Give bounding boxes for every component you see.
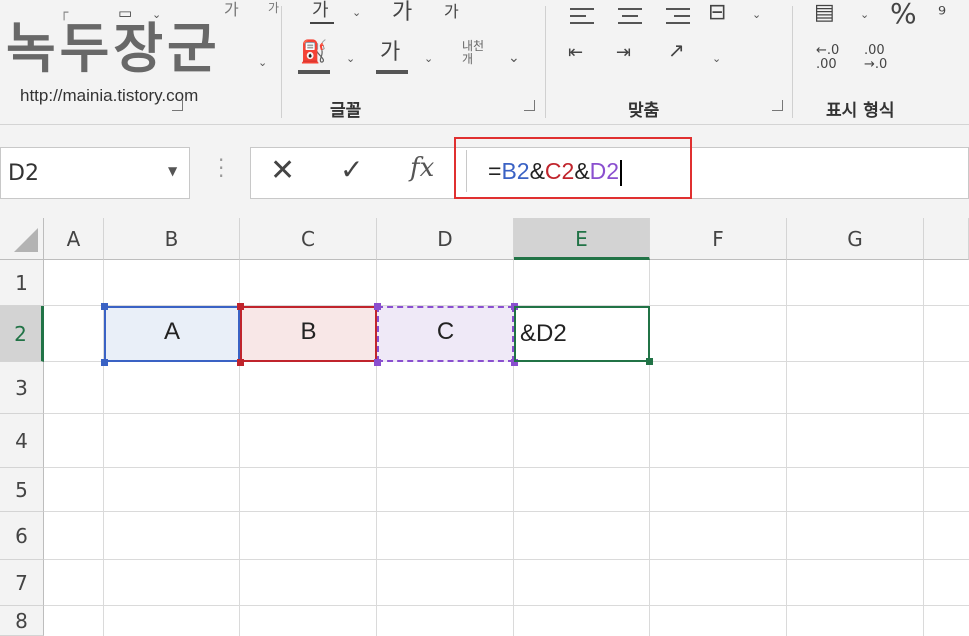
group-divider <box>281 6 282 118</box>
percent-style-button[interactable]: % <box>890 0 917 28</box>
column-header-f[interactable]: F <box>650 218 787 260</box>
grid-hline <box>44 605 969 606</box>
grid-hline <box>44 467 969 468</box>
row-header-4[interactable]: 4 <box>0 414 44 468</box>
cell-d2-value: C <box>436 318 455 345</box>
accounting-format-icon[interactable]: ▤ <box>814 2 835 24</box>
range-handle[interactable] <box>101 359 108 366</box>
column-header-e[interactable]: E <box>514 218 650 260</box>
orientation-icon[interactable]: ↗ <box>668 40 685 60</box>
grid-hline <box>44 511 969 512</box>
alignment-launcher-icon[interactable] <box>772 100 783 111</box>
range-handle[interactable] <box>374 359 381 366</box>
cell-c2-value: B <box>300 318 317 345</box>
cancel-icon[interactable]: ✕ <box>270 153 295 188</box>
column-header-c[interactable]: C <box>240 218 377 260</box>
row-header-3[interactable]: 3 <box>0 362 44 414</box>
column-header-d[interactable]: D <box>377 218 514 260</box>
decrease-indent-icon[interactable]: ⇤ <box>568 44 583 62</box>
watermark-url: http://mainia.tistory.com <box>20 86 199 105</box>
resize-handle-icon[interactable]: · · · <box>218 150 224 186</box>
font-color-button[interactable]: 가 <box>380 42 400 64</box>
fill-color-icon[interactable]: ⛽ <box>300 42 327 64</box>
enter-icon[interactable]: ✓ <box>340 153 363 186</box>
increase-decimal-button[interactable]: ←.0 .00 <box>816 44 839 72</box>
select-all-icon <box>14 228 38 252</box>
number-group-label: 표시 형식 <box>826 101 895 121</box>
group-divider <box>792 6 793 118</box>
ribbon: ┌ ▭ ⌄ ⌄ 가 가 가 ⌄ 가 가 ⛽ ⌄ 가 ⌄ 내천 개 ⌄ 글꼴 ⊟ … <box>0 0 969 125</box>
underline-bar <box>310 22 334 24</box>
worksheet-grid[interactable] <box>0 218 969 636</box>
chevron-down-icon[interactable]: ⌄ <box>712 52 721 65</box>
grid-hline <box>44 413 969 414</box>
row-header-6[interactable]: 6 <box>0 512 44 560</box>
range-handle[interactable] <box>101 303 108 310</box>
alignment-group-label: 맞춤 <box>628 101 660 121</box>
merge-center-icon[interactable]: ⊟ <box>708 2 726 24</box>
range-handle[interactable] <box>374 303 381 310</box>
grid-vline <box>923 260 924 636</box>
font-increase-button[interactable]: 가 <box>392 2 412 24</box>
underline-button[interactable]: 가 <box>312 2 329 20</box>
font-launcher-icon[interactable] <box>524 100 535 111</box>
column-header-b[interactable]: B <box>104 218 240 260</box>
font-size-glyph: 가 <box>268 1 280 15</box>
row-header-2[interactable]: 2 <box>0 306 44 362</box>
font-color-bar <box>376 70 408 74</box>
group-divider <box>545 6 546 118</box>
column-header-g[interactable]: G <box>787 218 924 260</box>
fill-color-bar <box>298 70 330 74</box>
cell-e2-value: &D2 <box>520 320 567 347</box>
chevron-down-icon[interactable]: ▼ <box>168 164 177 178</box>
chevron-down-icon[interactable]: ⌄ <box>860 8 869 21</box>
comma-style-icon[interactable]: ⁹ <box>938 4 946 24</box>
font-name-glyph: 가 <box>224 0 239 19</box>
chevron-down-icon[interactable]: ⌄ <box>352 6 361 19</box>
name-box-value: D2 <box>8 161 39 186</box>
range-handle[interactable] <box>237 303 244 310</box>
cell-b2-value: A <box>163 318 180 345</box>
increase-indent-icon[interactable]: ⇥ <box>616 44 631 62</box>
insert-function-icon[interactable]: fx <box>410 153 434 183</box>
row-header-1[interactable]: 1 <box>0 260 44 306</box>
chevron-down-icon[interactable]: ⌄ <box>424 52 433 65</box>
row-header-7[interactable]: 7 <box>0 560 44 606</box>
row-header-5[interactable]: 5 <box>0 468 44 512</box>
grid-vline <box>786 260 787 636</box>
column-header-a[interactable]: A <box>44 218 104 260</box>
grid-hline <box>44 559 969 560</box>
chevron-down-icon[interactable]: ⌄ <box>508 50 520 66</box>
formula-highlight-box <box>454 137 692 199</box>
decrease-decimal-button[interactable]: .00 →.0 <box>864 44 887 72</box>
chevron-down-icon[interactable]: ⌄ <box>346 52 355 65</box>
font-decrease-button[interactable]: 가 <box>444 4 459 20</box>
font-group-label: 글꼴 <box>330 101 362 121</box>
chevron-down-icon[interactable]: ⌄ <box>752 8 761 21</box>
chevron-down-icon[interactable]: ⌄ <box>258 56 267 69</box>
phonetic-guide-button[interactable]: 내천 개 <box>462 40 484 66</box>
fill-handle[interactable] <box>646 358 653 365</box>
column-header-partial[interactable] <box>924 218 969 260</box>
row-header-8[interactable]: 8 <box>0 606 44 636</box>
watermark-logo: 녹두장군 <box>6 16 221 80</box>
range-handle[interactable] <box>237 359 244 366</box>
